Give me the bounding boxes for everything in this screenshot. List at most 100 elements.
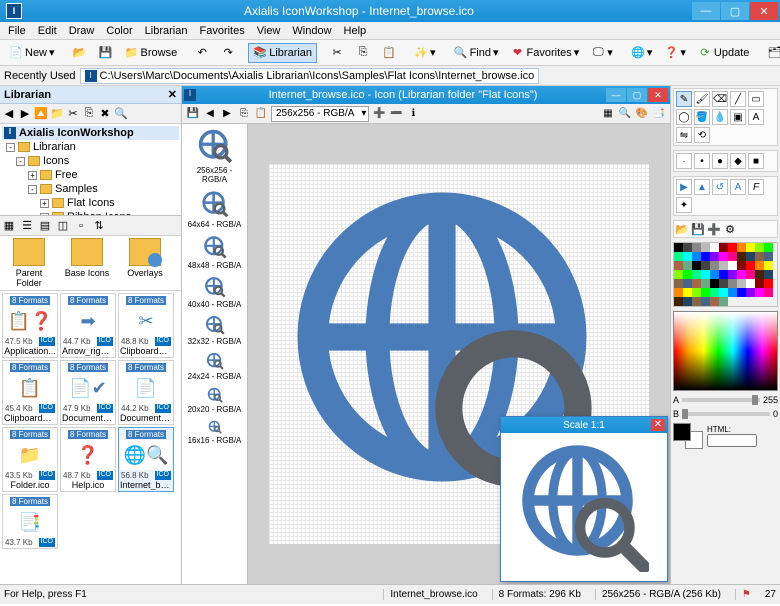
paste-button[interactable]: 📋 [377,43,401,63]
brush-size-2[interactable]: • [694,153,710,169]
color-swatch[interactable] [737,261,746,270]
color-swatch[interactable] [710,288,719,297]
ellipse-tool[interactable]: ◯ [676,109,692,125]
brush-size-1[interactable]: · [676,153,692,169]
brush-size-5[interactable]: ■ [748,153,764,169]
size-item[interactable]: 16x16 - RGB/A [184,420,245,445]
color-swatch[interactable] [710,270,719,279]
doc-back-icon[interactable]: ◀ [203,107,217,121]
pencil-tool[interactable]: ✎ [676,91,692,107]
eraser-tool[interactable]: ⌫ [712,91,728,107]
lib-delete-icon[interactable]: ✖ [98,107,112,121]
lib-back-icon[interactable]: ◀ [2,107,16,121]
color-swatch[interactable] [755,261,764,270]
menu-file[interactable]: File [2,25,32,37]
size-combo[interactable]: 256x256 - RGB/A [271,106,369,122]
tree-expand-icon[interactable]: - [16,157,25,166]
color-swatch[interactable] [719,279,728,288]
rot-r-tool[interactable]: A [730,179,746,195]
color-swatch[interactable] [737,288,746,297]
color-swatch[interactable] [674,279,683,288]
menu-draw[interactable]: Draw [63,25,101,37]
color-swatch[interactable] [764,288,773,297]
web-button[interactable]: 🌐▾ [626,43,658,63]
color-swatch[interactable] [719,243,728,252]
grid-item[interactable]: 8 Formats 📁 43.5 KbICO Folder.ico [2,427,58,492]
help-button[interactable]: ❓▾ [659,43,691,63]
tree-expand-icon[interactable]: + [28,171,37,180]
save-button[interactable]: 💾 [94,43,118,63]
color-swatch[interactable] [692,261,701,270]
pal-add-icon[interactable]: ➕ [707,222,721,236]
color-swatch[interactable] [719,261,728,270]
lib-copy-icon[interactable]: ⎘ [82,107,96,121]
color-swatch[interactable] [737,279,746,288]
size-item[interactable]: 256x256 - RGB/A [184,128,245,184]
picker-tool[interactable]: 💧 [712,109,728,125]
color-swatch[interactable] [728,288,737,297]
grid-item[interactable]: 8 Formats 📋❓ 47.5 KbICO Application... [2,293,58,358]
color-swatch[interactable] [728,252,737,261]
color-swatch[interactable] [764,252,773,261]
color-swatch[interactable] [728,270,737,279]
doc-zoom-icon[interactable]: 🔍 [618,107,632,121]
color-swatch[interactable] [719,297,728,306]
color-swatch[interactable] [710,261,719,270]
grid-item[interactable]: 8 Formats 📋 45.4 KbICO Clipboard_p... [2,360,58,425]
rot-l-tool[interactable]: ↺ [712,179,728,195]
color-swatch[interactable] [764,243,773,252]
brush-size-3[interactable]: ● [712,153,728,169]
brush-size-4[interactable]: ◆ [730,153,746,169]
color-swatch[interactable] [701,261,710,270]
color-swatch[interactable] [674,270,683,279]
color-swatch[interactable] [746,279,755,288]
view-list-icon[interactable]: ☰ [20,219,34,233]
color-swatch[interactable] [755,279,764,288]
color-swatch[interactable] [764,279,773,288]
fx-tool[interactable]: ✦ [676,197,692,213]
tree-item[interactable]: +Free [2,168,179,182]
doc-minimize-button[interactable]: — [606,88,626,102]
color-swatch[interactable] [755,243,764,252]
view-small-icon[interactable]: ▫ [74,219,88,233]
color-swatch[interactable] [737,243,746,252]
lib-up-icon[interactable]: 🔼 [34,107,48,121]
view-thumb-icon[interactable]: ▦ [2,219,16,233]
tree-item[interactable]: -Icons [2,154,179,168]
html-color-input[interactable] [707,434,757,447]
menu-edit[interactable]: Edit [32,25,63,37]
color-swatch[interactable] [710,252,719,261]
color-swatch[interactable] [764,261,773,270]
lib-cut-icon[interactable]: ✂ [66,107,80,121]
color-swatch[interactable] [746,243,755,252]
color-swatch[interactable] [764,270,773,279]
rect-tool[interactable]: ▭ [748,91,764,107]
grid-item[interactable]: 8 Formats 📑 43.7 KbICO [2,494,58,549]
doc-add-icon[interactable]: ➕ [372,107,386,121]
color-swatch[interactable] [728,261,737,270]
cut-button[interactable]: ✂ [325,43,349,63]
doc-del-icon[interactable]: ➖ [389,107,403,121]
fg-color[interactable] [673,423,691,441]
lib-search-icon[interactable]: 🔍 [114,107,128,121]
fill-tool[interactable]: 🪣 [694,109,710,125]
librarian-button[interactable]: 📚Librarian [248,43,317,63]
update-button[interactable]: ⟳Update [693,43,754,63]
grid-item[interactable]: 8 Formats 🌐🔍 56.8 KbICO Internet_bro... [118,427,174,492]
menu-color[interactable]: Color [100,25,138,37]
color-swatch[interactable] [755,270,764,279]
copy-button[interactable]: ⎘ [351,43,375,63]
doc-fwd-icon[interactable]: ▶ [220,107,234,121]
display-button[interactable]: 🖵▾ [586,43,618,63]
doc-grid-icon[interactable]: ▦ [601,107,615,121]
pal-save-icon[interactable]: 💾 [691,222,705,236]
lib-fwd-icon[interactable]: ▶ [18,107,32,121]
menu-window[interactable]: Window [286,25,337,37]
doc-paste-icon[interactable]: 📋 [254,107,268,121]
font-tool[interactable]: F [748,179,764,195]
shelf-overlays[interactable]: Overlays [118,238,172,288]
color-swatch[interactable] [701,270,710,279]
browse-button[interactable]: 📁Browse [120,43,183,63]
color-swatch[interactable] [674,297,683,306]
color-swatch[interactable] [683,261,692,270]
